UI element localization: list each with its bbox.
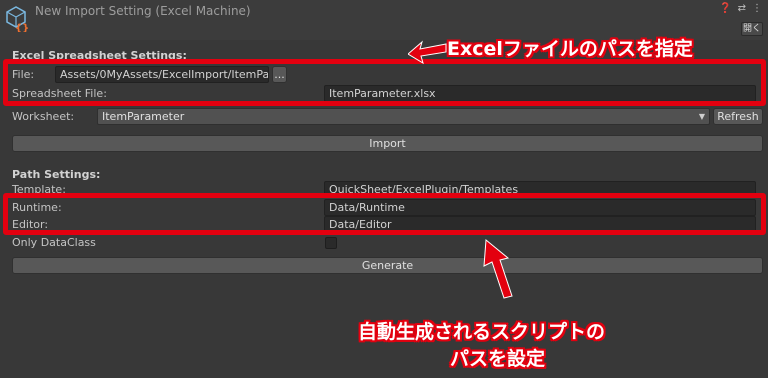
callout-arrow-1 bbox=[408, 40, 447, 65]
only-dataclass-checkbox[interactable] bbox=[325, 237, 337, 249]
excel-path-highlight-box bbox=[3, 59, 766, 106]
only-dataclass-label: Only DataClass bbox=[12, 236, 96, 249]
dropdown-arrow-icon: ▼ bbox=[698, 112, 705, 121]
generate-button[interactable]: Generate bbox=[12, 257, 763, 274]
worksheet-label: Worksheet: bbox=[12, 110, 75, 123]
import-button[interactable]: Import bbox=[12, 135, 763, 152]
preset-icon[interactable]: ⇄ bbox=[738, 3, 746, 14]
only-dataclass-row: Only DataClass bbox=[0, 234, 768, 252]
context-menu-icon[interactable]: ⋮ bbox=[752, 3, 762, 14]
script-path-callout-line2: パスを設定 bbox=[450, 348, 546, 370]
script-path-callout-line1: 自動生成されるスクリプトの bbox=[358, 321, 606, 343]
worksheet-value: ItemParameter bbox=[102, 110, 185, 123]
inspector-title: New Import Setting (Excel Machine) bbox=[35, 4, 251, 18]
script-path-highlight-box bbox=[3, 193, 766, 235]
refresh-button[interactable]: Refresh bbox=[713, 108, 763, 125]
excel-path-callout: Excelファイルのパスを指定 bbox=[447, 38, 693, 60]
worksheet-dropdown[interactable]: ItemParameter ▼ bbox=[97, 108, 710, 125]
svg-text:{}: {} bbox=[15, 23, 29, 32]
worksheet-row: Worksheet: ItemParameter ▼ Refresh bbox=[0, 108, 768, 126]
excel-machine-asset-icon: {} bbox=[4, 4, 30, 34]
help-icon[interactable]: ❓ bbox=[719, 3, 731, 14]
open-button[interactable]: 開く bbox=[741, 22, 763, 36]
callout-arrow-2 bbox=[483, 239, 513, 299]
path-settings-title: Path Settings: bbox=[12, 168, 101, 181]
